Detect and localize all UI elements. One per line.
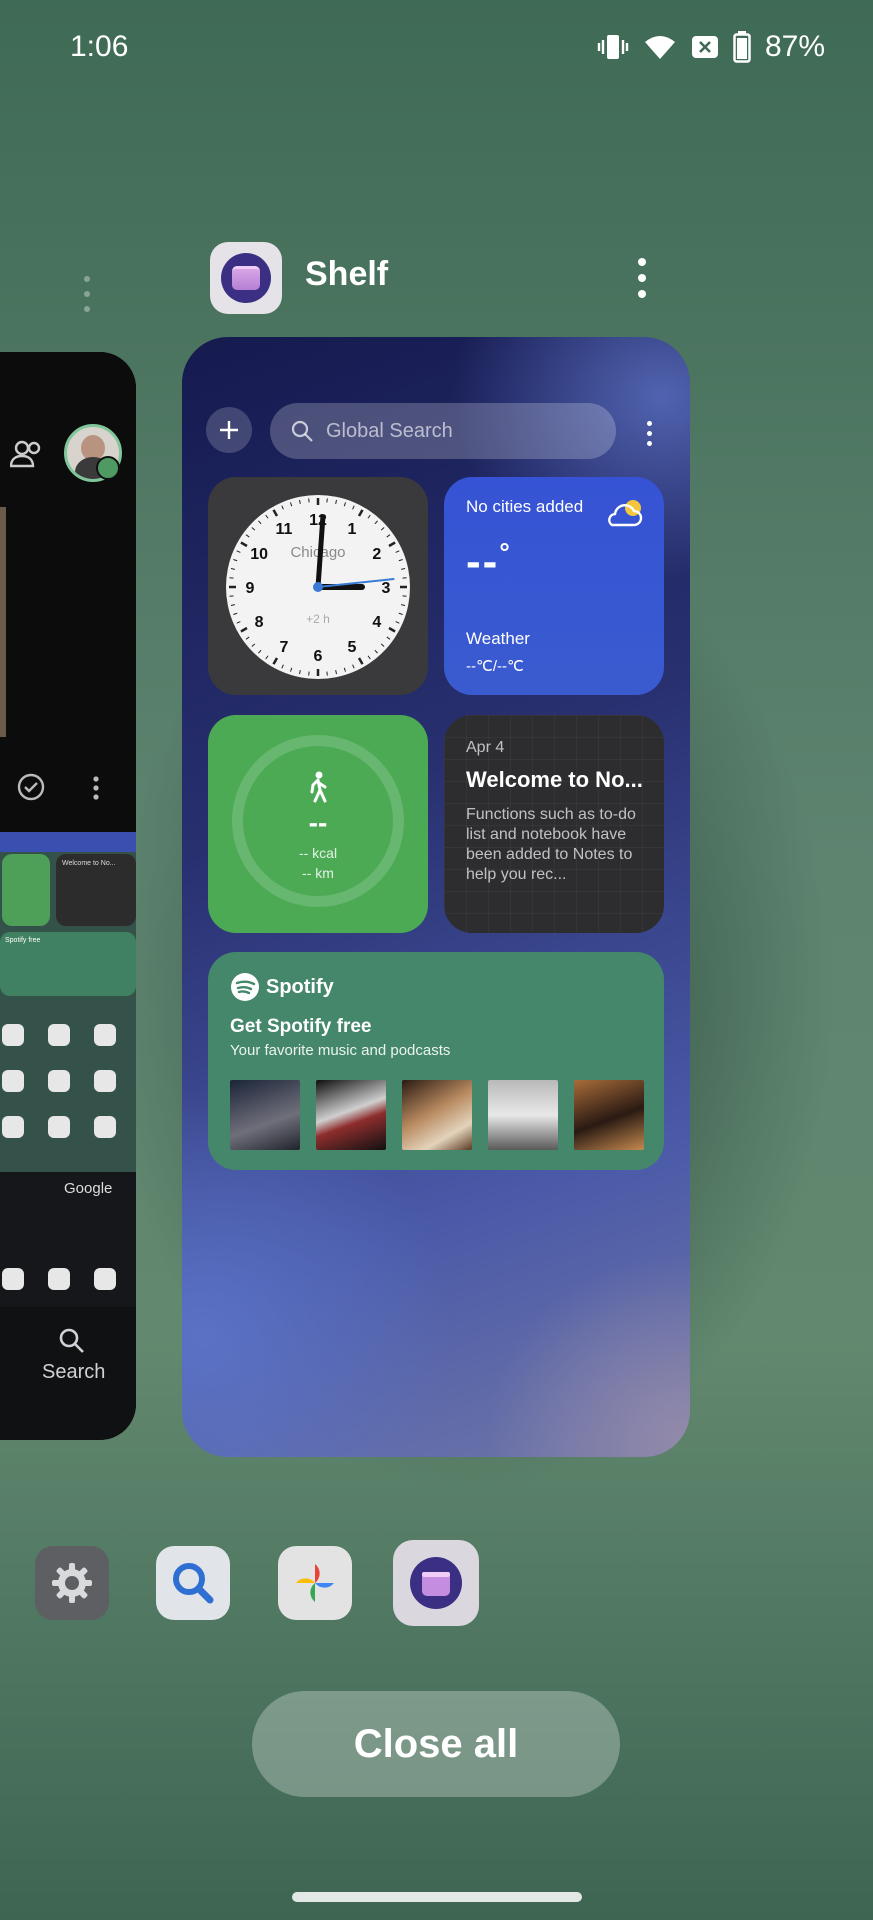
weather-label: Weather xyxy=(466,629,530,648)
clock-number: 3 xyxy=(382,580,391,597)
clock-number: 8 xyxy=(255,614,264,631)
weather-temp: --° xyxy=(466,537,512,586)
clock-number: 2 xyxy=(372,546,381,563)
partly-cloudy-icon xyxy=(604,497,644,534)
magnifier-icon xyxy=(173,1563,214,1604)
app-title: Shelf xyxy=(305,255,389,293)
clock-number: 9 xyxy=(246,580,255,597)
album-cover-4[interactable] xyxy=(488,1080,558,1150)
photos-app-icon[interactable] xyxy=(278,1546,352,1620)
contacts-icon xyxy=(9,440,44,473)
verified-badge-icon xyxy=(96,456,120,480)
world-clock-widget[interactable]: 121234567891011 Chicago +2 h xyxy=(208,477,428,695)
more-vert-icon xyxy=(92,776,100,805)
status-bar: 1:06 87% xyxy=(0,0,873,100)
battery-icon xyxy=(733,31,751,63)
google-folder-label: Google xyxy=(64,1180,113,1197)
add-widget-button[interactable] xyxy=(206,407,252,453)
clock-number: 1 xyxy=(348,521,357,538)
vibrate-icon xyxy=(597,32,629,62)
notes-widget[interactable]: Apr 4 Welcome to No... Functions such as… xyxy=(444,715,664,933)
close-all-button[interactable]: Close all xyxy=(252,1691,620,1797)
steps-km: -- km xyxy=(302,865,334,881)
previous-app-header xyxy=(0,352,136,832)
clock-number: 10 xyxy=(250,546,268,563)
gear-icon xyxy=(52,1563,92,1603)
global-search-input[interactable]: Global Search xyxy=(270,403,616,459)
status-time: 1:06 xyxy=(70,30,129,63)
content-strip xyxy=(0,507,6,737)
search-icon xyxy=(291,420,313,442)
album-cover-5[interactable] xyxy=(574,1080,644,1150)
walking-icon xyxy=(306,771,330,808)
clock-number: 11 xyxy=(276,521,293,538)
weather-widget[interactable]: No cities added --° Weather --℃/--℃ xyxy=(444,477,664,695)
notes-body: Functions such as to-do list and noteboo… xyxy=(466,806,636,883)
notes-date: Apr 4 xyxy=(466,739,505,756)
home-indicator[interactable] xyxy=(292,1892,582,1902)
shelf-dock-icon[interactable] xyxy=(399,1546,473,1620)
notes-title: Welcome to No... xyxy=(466,767,643,792)
mini-weather-band xyxy=(0,832,136,852)
spotify-icon xyxy=(231,973,259,1001)
check-circle-icon xyxy=(16,772,46,807)
previous-app-thumbnails: Welcome to No... Spotify free Google xyxy=(0,832,136,1342)
status-icons: 87% xyxy=(597,30,825,64)
spotify-title: Get Spotify free xyxy=(230,1016,372,1037)
wifi-icon xyxy=(643,33,677,61)
clock-offset: +2 h xyxy=(306,612,330,626)
steps-widget[interactable]: -- -- kcal -- km xyxy=(208,715,428,933)
shelf-app-icon[interactable] xyxy=(210,242,282,314)
spotify-widget[interactable]: Spotify Get Spotify free Your favorite m… xyxy=(208,952,664,1170)
shelf-more-button[interactable] xyxy=(644,421,654,447)
previous-app-card[interactable]: Welcome to No... Spotify free Google Sea… xyxy=(0,352,136,1440)
previous-app-bottom: Search xyxy=(0,1307,136,1440)
album-cover-3[interactable] xyxy=(402,1080,472,1150)
clock-number: 4 xyxy=(372,614,381,631)
battery-percent: 87% xyxy=(764,30,825,63)
left-card-handle[interactable] xyxy=(84,276,92,316)
album-cover-2[interactable] xyxy=(316,1080,386,1150)
spotify-subtitle: Your favorite music and podcasts xyxy=(230,1042,451,1059)
clock-number: 5 xyxy=(348,639,357,656)
steps-kcal: -- kcal xyxy=(298,845,338,861)
no-sim-icon xyxy=(691,34,719,60)
album-cover-1[interactable] xyxy=(230,1080,300,1150)
weather-message: No cities added xyxy=(466,497,584,516)
mini-app-grid xyxy=(0,1004,136,1164)
clock-number: 6 xyxy=(314,648,323,665)
magnifier-app-icon[interactable] xyxy=(156,1546,230,1620)
mini-steps-widget xyxy=(2,854,50,926)
clock-number: 7 xyxy=(280,639,289,656)
spotify-logo: Spotify xyxy=(230,972,334,1002)
shelf-app-card[interactable]: Global Search 121234567891011 Chicago +2… xyxy=(182,337,690,1457)
plus-icon xyxy=(220,421,238,439)
settings-app-icon[interactable] xyxy=(35,1546,109,1620)
search-label: Search xyxy=(42,1361,106,1383)
app-card-menu-button[interactable] xyxy=(632,258,652,302)
pinwheel-icon xyxy=(296,1564,334,1602)
mini-spotify-widget: Spotify free xyxy=(0,932,136,996)
search-placeholder: Global Search xyxy=(326,419,453,442)
weather-range: --℃/--℃ xyxy=(466,658,524,675)
analog-clock: 121234567891011 Chicago +2 h xyxy=(226,495,410,679)
mini-notes-widget: Welcome to No... xyxy=(56,854,136,926)
steps-count: -- xyxy=(308,807,328,838)
search-icon xyxy=(58,1327,86,1360)
